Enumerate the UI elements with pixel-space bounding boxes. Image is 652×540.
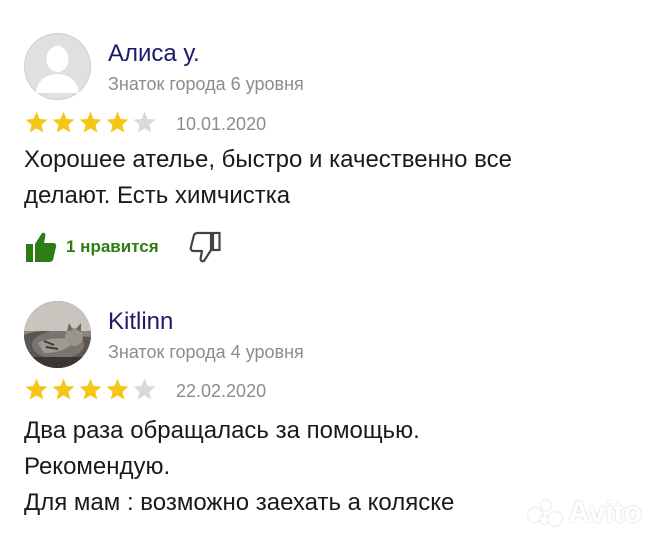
review-text-line: Рекомендую. <box>24 453 171 480</box>
author-level: Знаток города 4 уровня <box>108 342 304 362</box>
review-text-line: делают. Есть химчистка <box>24 182 291 209</box>
star-filled-icon <box>52 111 75 133</box>
star-empty-icon <box>133 378 156 400</box>
star-filled-icon <box>106 111 129 133</box>
review-text-line: Хорошее ателье, быстро и качественно все <box>24 146 512 173</box>
author-name[interactable]: Kitlinn <box>108 308 173 336</box>
like-count-label: 1 нравится <box>66 237 159 256</box>
star-filled-icon <box>79 378 102 400</box>
star-filled-icon <box>106 378 129 400</box>
star-filled-icon <box>25 111 48 133</box>
star-filled-icon <box>25 378 48 400</box>
review-text-line: Два раза обращалась за помощью. <box>24 417 420 444</box>
star-filled-icon <box>79 111 102 133</box>
author-name[interactable]: Алиса у. <box>108 40 200 68</box>
avito-logo-icon <box>528 498 564 528</box>
author-level: Знаток города 6 уровня <box>108 74 304 94</box>
review-date: 22.02.2020 <box>176 381 267 401</box>
thumbs-down-icon <box>189 231 221 263</box>
like-button[interactable]: 1 нравится <box>24 227 159 267</box>
cat-photo-icon <box>24 301 91 368</box>
star-empty-icon <box>133 111 156 133</box>
review-text: Хорошее ателье, быстро и качественно все… <box>24 142 624 214</box>
thumbs-up-icon <box>26 232 57 262</box>
dislike-button[interactable] <box>188 227 222 267</box>
star-rating <box>24 110 157 135</box>
avatar[interactable] <box>24 33 91 100</box>
review-date: 10.01.2020 <box>176 114 267 134</box>
star-rating <box>24 377 157 402</box>
star-filled-icon <box>52 378 75 400</box>
avatar[interactable] <box>24 301 91 368</box>
watermark-text: Avito <box>568 496 642 529</box>
avito-watermark: Avito <box>528 496 642 530</box>
user-placeholder-icon <box>24 33 91 100</box>
